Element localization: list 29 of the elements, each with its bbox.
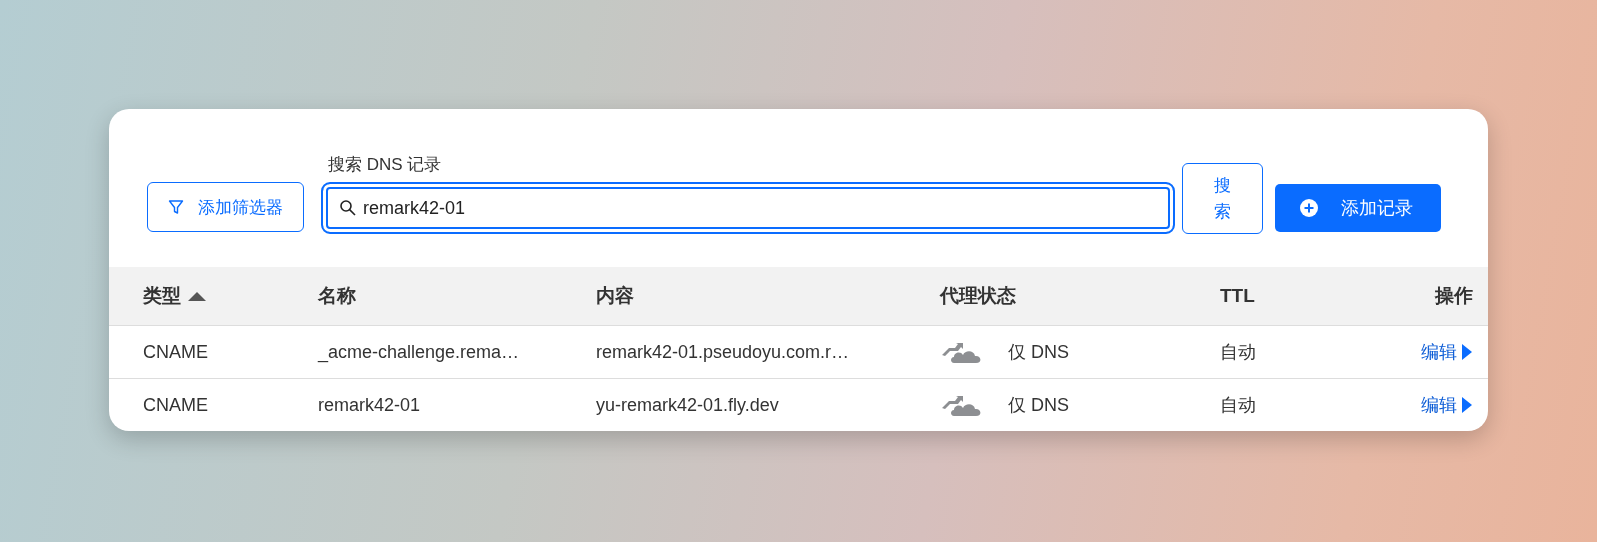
table-cell: CNAME	[143, 394, 208, 416]
column-header: 内容	[596, 284, 634, 308]
add-record-button[interactable]: 添加记录	[1275, 184, 1441, 232]
table-cell-text: 自动	[1220, 341, 1256, 364]
sort-icon[interactable]	[187, 290, 207, 302]
table-cell: yu-remark42-01.fly.dev	[596, 394, 779, 416]
filter-icon	[168, 199, 184, 215]
expand-arrow-icon[interactable]	[1461, 396, 1473, 414]
table-cell-text: 自动	[1220, 394, 1256, 417]
search-icon	[339, 199, 357, 217]
table-cell: CNAME	[143, 341, 208, 363]
plus-circle-icon	[1299, 198, 1319, 218]
search-label: 搜索 DNS 记录	[328, 154, 443, 176]
add-filter-button[interactable]: 添加筛选器	[147, 182, 304, 232]
edit-link[interactable]: 编辑	[1421, 393, 1457, 417]
column-header: 代理状态	[940, 284, 1016, 308]
column-header: TTL	[1220, 285, 1255, 307]
table-cell: remark42-01.pseudoyu.com.r…	[596, 341, 850, 363]
column-header: 操作	[1435, 284, 1473, 308]
table-cell: _acme-challenge.rema…	[318, 341, 520, 363]
table-cell: remark42-01	[318, 394, 421, 416]
column-header: 名称	[318, 284, 356, 308]
edit-link[interactable]: 编辑	[1421, 340, 1457, 364]
proxy-status: 仅 DNS	[1008, 394, 1069, 417]
proxy-status: 仅 DNS	[1008, 341, 1069, 364]
search-field[interactable]: remark42-01	[321, 182, 1175, 234]
column-header[interactable]: 类型	[143, 283, 181, 309]
expand-arrow-icon[interactable]	[1461, 343, 1473, 361]
search-button[interactable]: 搜索	[1182, 163, 1263, 234]
